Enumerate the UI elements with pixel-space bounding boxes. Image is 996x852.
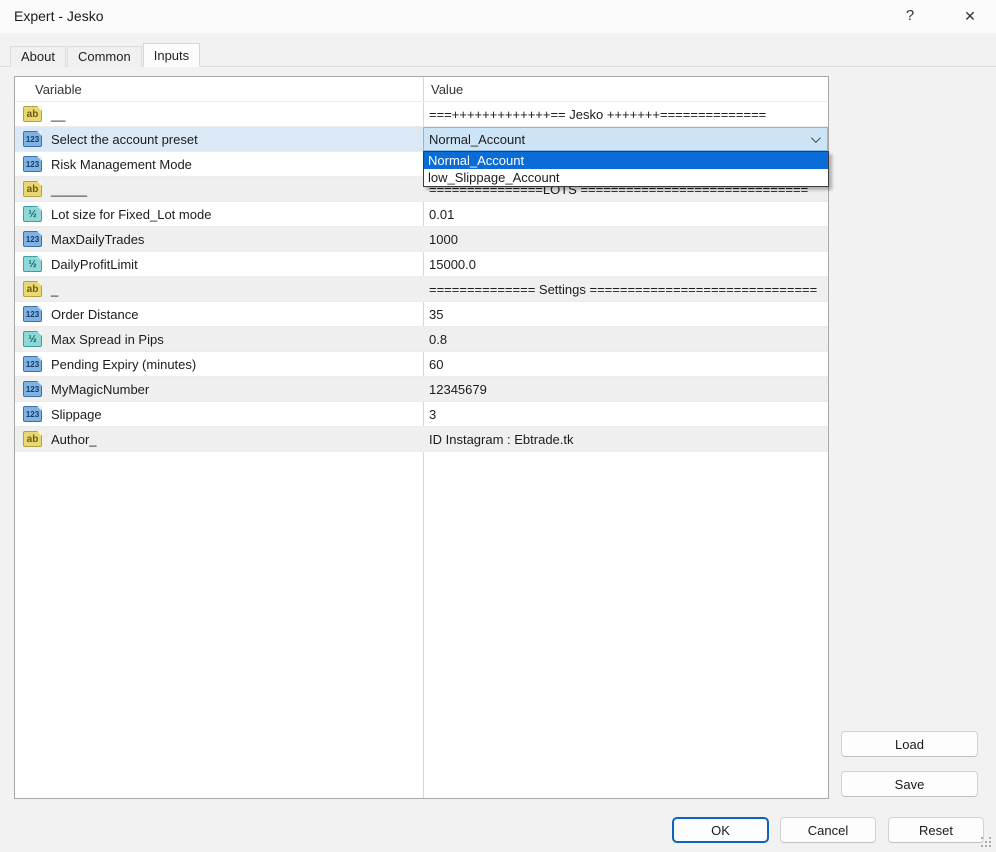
param-type-123-icon: 123 xyxy=(23,406,42,422)
table-header: Variable Value xyxy=(15,77,828,102)
parameter-name: Pending Expiry (minutes) xyxy=(51,357,196,372)
save-button[interactable]: Save xyxy=(841,771,978,797)
parameter-name: MyMagicNumber xyxy=(51,382,149,397)
parameter-value[interactable]: ID Instagram : Ebtrade.tk xyxy=(429,432,574,447)
param-type-half-icon: ½ xyxy=(23,331,42,347)
tab-bar: AboutCommonInputs xyxy=(10,43,201,67)
ok-button[interactable]: OK xyxy=(672,817,769,843)
title-bar: Expert - Jesko ? ✕ xyxy=(0,0,996,33)
table-row[interactable]: 123 Pending Expiry (minutes) 60 xyxy=(15,352,828,377)
resize-grip-icon[interactable] xyxy=(981,837,992,848)
parameter-value[interactable]: 1000 xyxy=(429,232,458,247)
param-type-123-icon: 123 xyxy=(23,381,42,397)
help-button[interactable]: ? xyxy=(888,0,932,32)
param-type-ab-icon: ab xyxy=(23,106,42,122)
parameter-name: _ xyxy=(51,282,58,297)
parameter-name: Risk Management Mode xyxy=(51,157,192,172)
parameter-value[interactable]: 0.8 xyxy=(429,332,447,347)
expert-properties-dialog: Expert - Jesko ? ✕ AboutCommonInputs Var… xyxy=(0,0,996,852)
account-preset-select[interactable]: Normal_Account xyxy=(423,127,828,151)
param-type-123-icon: 123 xyxy=(23,156,42,172)
param-type-half-icon: ½ xyxy=(23,206,42,222)
param-type-123-icon: 123 xyxy=(23,306,42,322)
parameter-name: Lot size for Fixed_Lot mode xyxy=(51,207,211,222)
account-preset-options-list: Normal_Accountlow_Slippage_Account xyxy=(423,151,829,187)
table-row[interactable]: ½ Max Spread in Pips 0.8 xyxy=(15,327,828,352)
load-button[interactable]: Load xyxy=(841,731,978,757)
help-icon: ? xyxy=(906,7,914,24)
table-row[interactable]: 123 MaxDailyTrades 1000 xyxy=(15,227,828,252)
close-icon: ✕ xyxy=(964,8,976,24)
param-type-ab-icon: ab xyxy=(23,181,42,197)
table-row[interactable]: 123 Slippage 3 xyxy=(15,402,828,427)
parameter-name: Max Spread in Pips xyxy=(51,332,164,347)
param-type-ab-icon: ab xyxy=(23,431,42,447)
parameter-name: DailyProfitLimit xyxy=(51,257,138,272)
table-row[interactable]: ab __ ===+++++++++++++== Jesko +++++++==… xyxy=(15,102,828,127)
parameter-value[interactable]: ============== Settings ================… xyxy=(429,282,817,297)
parameter-name: Slippage xyxy=(51,407,102,422)
chevron-down-icon xyxy=(811,133,821,143)
table-row[interactable]: ½ Lot size for Fixed_Lot mode 0.01 xyxy=(15,202,828,227)
parameter-name: Order Distance xyxy=(51,307,138,322)
table-row[interactable]: ½ DailyProfitLimit 15000.0 xyxy=(15,252,828,277)
parameter-name: MaxDailyTrades xyxy=(51,232,144,247)
param-type-ab-icon: ab xyxy=(23,281,42,297)
param-type-123-icon: 123 xyxy=(23,131,42,147)
table-row[interactable]: ab _ ============== Settings ===========… xyxy=(15,277,828,302)
cancel-button[interactable]: Cancel xyxy=(780,817,876,843)
parameter-name: __ xyxy=(51,107,65,122)
tab-common[interactable]: Common xyxy=(67,46,142,67)
parameter-value[interactable]: 0.01 xyxy=(429,207,454,222)
column-header-value[interactable]: Value xyxy=(431,77,463,102)
param-type-123-icon: 123 xyxy=(23,356,42,372)
table-row[interactable]: 123 Order Distance 35 xyxy=(15,302,828,327)
parameter-value[interactable]: 60 xyxy=(429,357,443,372)
dropdown-option-low_slippage_account[interactable]: low_Slippage_Account xyxy=(424,169,828,186)
account-preset-value: Normal_Account xyxy=(429,132,525,147)
column-header-variable[interactable]: Variable xyxy=(35,77,82,102)
parameter-value[interactable]: 15000.0 xyxy=(429,257,476,272)
close-button[interactable]: ✕ xyxy=(948,0,992,32)
parameter-value[interactable]: 3 xyxy=(429,407,436,422)
tab-about[interactable]: About xyxy=(10,46,66,67)
dropdown-option-normal_account[interactable]: Normal_Account xyxy=(424,152,828,169)
table-row[interactable]: ab Author_ ID Instagram : Ebtrade.tk xyxy=(15,427,828,452)
parameter-name: Select the account preset xyxy=(51,132,198,147)
reset-button[interactable]: Reset xyxy=(888,817,984,843)
tab-inputs[interactable]: Inputs xyxy=(143,43,200,67)
table-row[interactable]: 123 MyMagicNumber 12345679 xyxy=(15,377,828,402)
param-type-123-icon: 123 xyxy=(23,231,42,247)
parameter-value[interactable]: ===+++++++++++++== Jesko +++++++========… xyxy=(429,107,766,122)
parameter-name: Author_ xyxy=(51,432,97,447)
param-type-half-icon: ½ xyxy=(23,256,42,272)
window-title: Expert - Jesko xyxy=(14,0,103,33)
parameter-name: _____ xyxy=(51,182,87,197)
parameter-value[interactable]: 12345679 xyxy=(429,382,487,397)
parameter-value[interactable]: 35 xyxy=(429,307,443,322)
